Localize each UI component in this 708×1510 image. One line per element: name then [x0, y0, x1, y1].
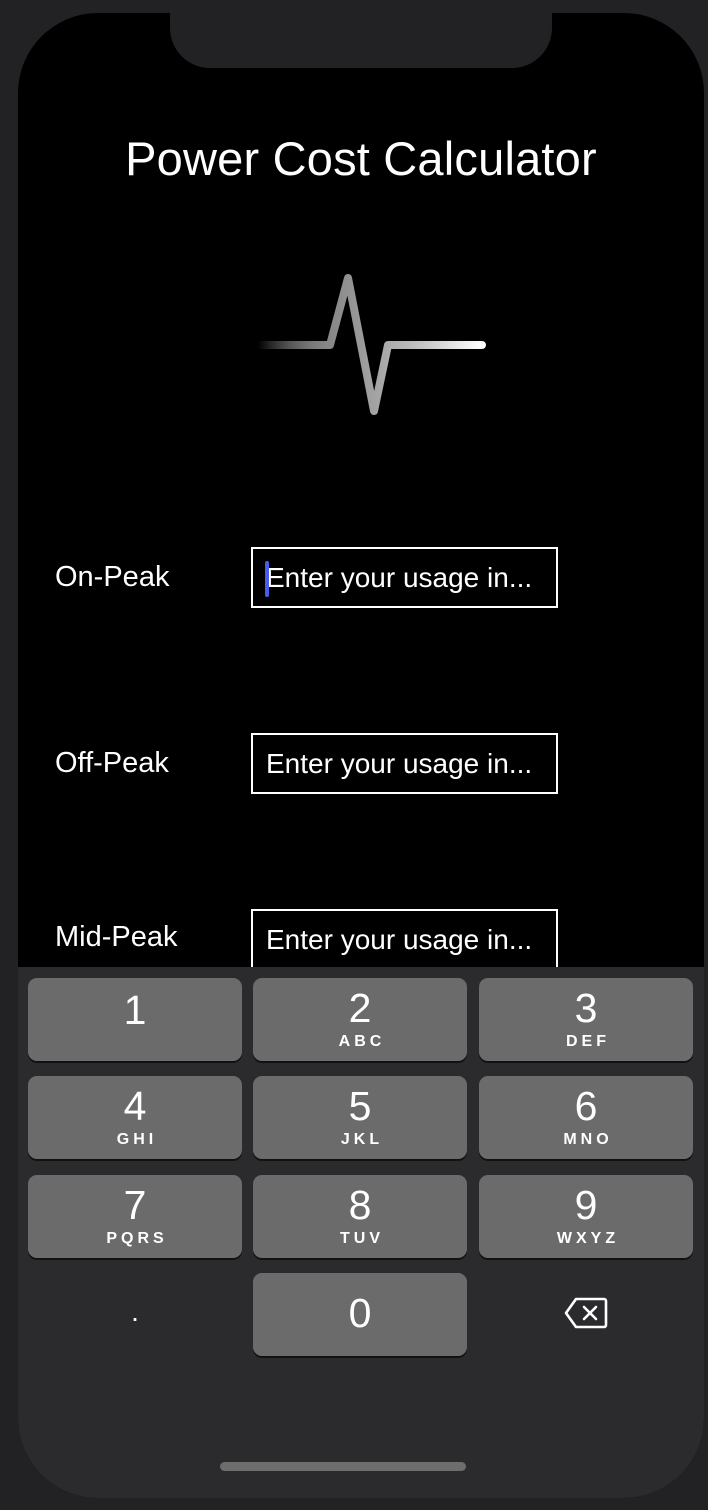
key-0[interactable]: 0: [253, 1273, 467, 1356]
on-peak-field[interactable]: [251, 547, 558, 608]
key-4-letters: GHI: [116, 1131, 158, 1148]
key-2-letters: ABC: [338, 1033, 386, 1050]
key-7[interactable]: 7 PQRS: [28, 1175, 242, 1258]
key-5[interactable]: 5 JKL: [253, 1076, 467, 1159]
key-2[interactable]: 2 ABC: [253, 978, 467, 1061]
off-peak-input[interactable]: [253, 735, 556, 792]
on-peak-label: On-Peak: [55, 561, 170, 593]
home-indicator[interactable]: [220, 1462, 466, 1471]
key-3-digit: 3: [574, 985, 598, 1031]
numeric-keypad: 1 2 ABC 3 DEF 4 GHI 5 JKL 6 MNO 7 PQRS 8…: [18, 967, 704, 1498]
key-2-digit: 2: [348, 985, 372, 1031]
key-5-digit: 5: [348, 1083, 372, 1129]
key-7-letters: PQRS: [106, 1230, 168, 1247]
key-0-digit: 0: [348, 1290, 372, 1336]
key-3[interactable]: 3 DEF: [479, 978, 693, 1061]
mid-peak-field[interactable]: [251, 909, 558, 970]
on-peak-input[interactable]: [253, 549, 556, 606]
key-6-digit: 6: [574, 1083, 598, 1129]
device-notch: [170, 13, 552, 68]
page-title: Power Cost Calculator: [125, 132, 597, 185]
key-8[interactable]: 8 TUV: [253, 1175, 467, 1258]
key-9-letters: WXYZ: [556, 1230, 620, 1247]
key-5-letters: JKL: [340, 1131, 384, 1148]
text-caret: [265, 561, 269, 597]
key-6[interactable]: 6 MNO: [479, 1076, 693, 1159]
pulse-icon: [256, 274, 486, 415]
mid-peak-label: Mid-Peak: [55, 921, 178, 953]
key-9[interactable]: 9 WXYZ: [479, 1175, 693, 1258]
key-8-digit: 8: [348, 1182, 372, 1228]
key-9-digit: 9: [574, 1182, 598, 1228]
mid-peak-input[interactable]: [253, 911, 556, 968]
key-1[interactable]: 1: [28, 978, 242, 1061]
key-decimal-glyph: .: [131, 1296, 139, 1327]
off-peak-label: Off-Peak: [55, 747, 169, 779]
key-7-digit: 7: [123, 1182, 147, 1228]
key-6-letters: MNO: [563, 1131, 613, 1148]
key-4-digit: 4: [123, 1083, 147, 1129]
off-peak-field[interactable]: [251, 733, 558, 794]
key-8-letters: TUV: [340, 1230, 384, 1247]
key-3-letters: DEF: [566, 1033, 610, 1050]
backspace-icon: [564, 1297, 608, 1329]
backspace-button[interactable]: [479, 1273, 693, 1356]
key-4[interactable]: 4 GHI: [28, 1076, 242, 1159]
app-screen: Power Cost Calculator On-Peak Off-Peak: [18, 13, 704, 1498]
key-1-digit: 1: [123, 987, 147, 1033]
device-frame: Power Cost Calculator On-Peak Off-Peak: [0, 0, 708, 1510]
key-decimal[interactable]: .: [28, 1273, 242, 1356]
